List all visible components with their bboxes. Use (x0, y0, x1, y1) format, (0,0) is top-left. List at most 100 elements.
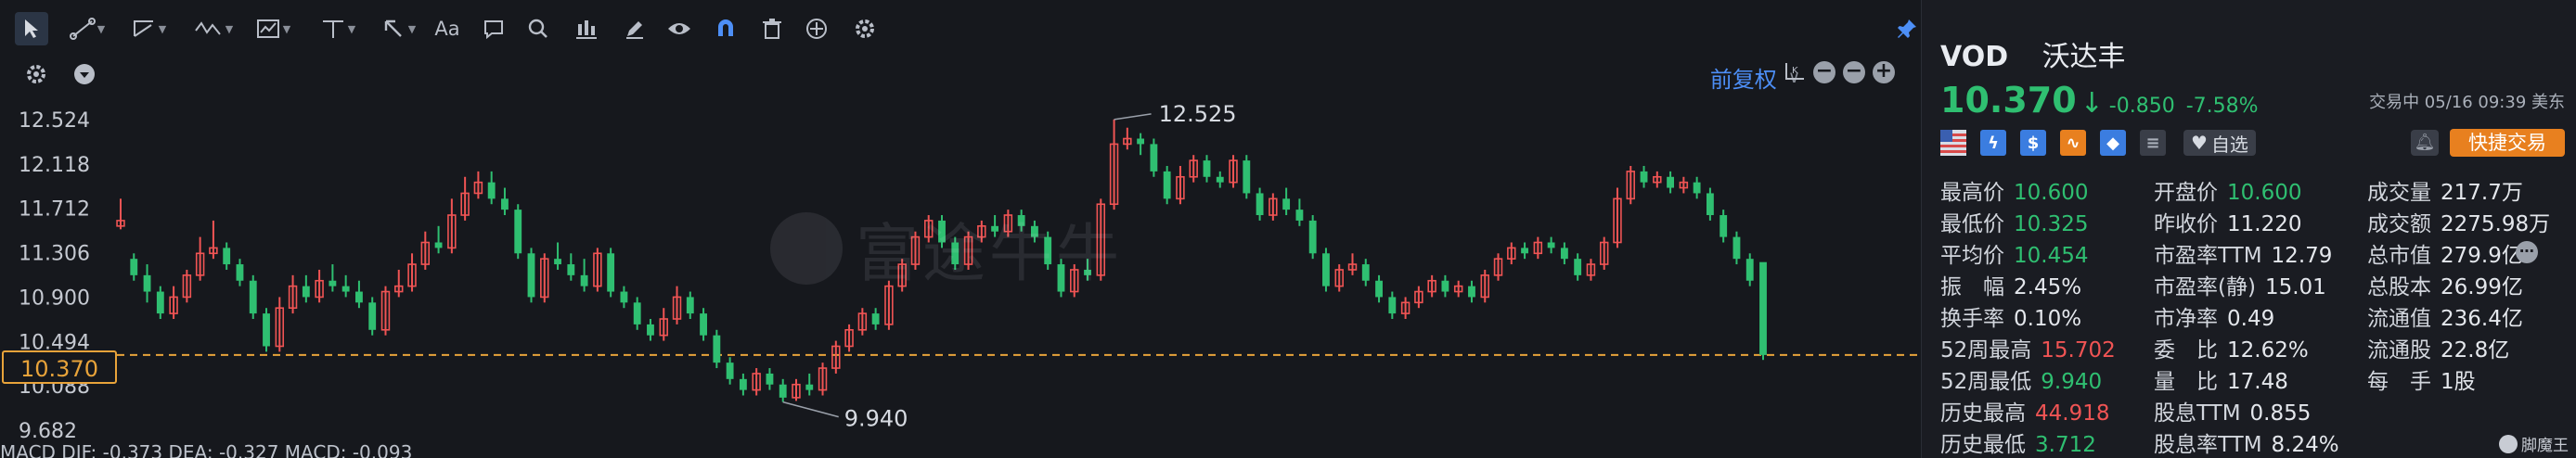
stat-item: 振 幅 2.45% (1940, 269, 2081, 300)
candle-body (739, 378, 747, 390)
line-tool[interactable]: ▼ (61, 12, 113, 45)
candle-body (223, 248, 231, 265)
candle-body (1203, 160, 1211, 177)
measure-tool[interactable]: ▼ (247, 12, 299, 45)
stat-label: 振 幅 (1940, 275, 2004, 299)
arrow-icon (384, 19, 402, 37)
zoom-in-button[interactable]: + (1873, 61, 1895, 83)
alert-bell-button[interactable]: 🔔︎ (2411, 130, 2439, 156)
document-icon[interactable]: ≡ (2140, 130, 2166, 156)
zoom-search-tool[interactable] (522, 12, 555, 45)
stat-label: 总股本 (2367, 275, 2431, 299)
candle-body (1150, 144, 1158, 172)
stat-value: 0.49 (2227, 307, 2275, 331)
stat-item: 52周最高 15.702 (1940, 332, 2116, 363)
flash-icon[interactable]: ϟ (1980, 130, 2006, 156)
stat-item: 历史最低 3.712 (1940, 426, 2096, 458)
last-price: 10.370 (1940, 80, 2077, 121)
stat-value: 2275.98万 (2441, 212, 2551, 236)
axis-scale-icon: K (1785, 63, 1804, 80)
stat-item: 股息TTM 0.855 (2154, 395, 2311, 426)
candle-body (766, 373, 774, 385)
sync-tool[interactable] (800, 12, 833, 45)
more-options-icon[interactable]: ⋯ (2516, 241, 2538, 263)
trend-line-icon (69, 18, 96, 40)
brush-tool[interactable] (618, 12, 651, 45)
stat-value: 10.600 (2227, 181, 2302, 205)
chart-settings-button[interactable] (22, 57, 50, 91)
stat-label: 流通值 (2367, 307, 2431, 331)
magnet-tool[interactable] (709, 12, 742, 45)
collapse-button[interactable] (71, 57, 98, 91)
stat-item: 总市值 279.9亿 (2367, 237, 2523, 269)
cursor-tool[interactable] (15, 12, 48, 45)
text-tool[interactable]: Aa (431, 12, 464, 45)
app-root: 12.524 12.118 11.712 11.306 10.900 10.494 10.0… (0, 0, 2576, 458)
candle-body (554, 259, 561, 265)
arrow-tool[interactable]: ▼ (373, 12, 425, 45)
candle-body (607, 253, 615, 292)
zoom-out-button[interactable]: − (1813, 61, 1835, 83)
ruler-chart-icon (256, 19, 279, 38)
stat-value: 279.9亿 (2441, 244, 2523, 268)
quote-panel: VOD 沃达丰 10.370 ↓ -0.850 -7.58% 交易中 05/16… (1922, 0, 2576, 458)
stat-value: 8.24% (2271, 433, 2339, 457)
magnet-icon (718, 19, 733, 36)
stat-item: 流通值 236.4亿 (2367, 300, 2523, 332)
candle-body (567, 264, 575, 275)
candle-body (620, 291, 628, 303)
horizontal-line-icon (322, 20, 343, 38)
horizontal-line-tool[interactable]: ▼ (312, 12, 364, 45)
candle-body (1667, 176, 1675, 188)
stat-value: 3.712 (2035, 433, 2096, 457)
candle-body (302, 286, 310, 298)
watchlist-button[interactable]: ♥ 自选 (2183, 130, 2256, 156)
note-tool[interactable] (477, 12, 510, 45)
stat-value: 44.918 (2035, 401, 2110, 426)
wave-tool[interactable]: ▼ (186, 12, 241, 45)
dropdown-caret-icon: ▼ (97, 22, 106, 35)
candle-body (1706, 193, 1714, 216)
axis-scale-button[interactable]: K (1782, 57, 1808, 85)
low-marker-line (782, 401, 839, 418)
zoom-out-alt-button[interactable]: − (1843, 61, 1865, 83)
stat-item: 成交额 2275.98万 (2367, 206, 2550, 237)
y-axis-tick-label: 9.682 (19, 420, 77, 443)
channel-tool[interactable]: ▼ (122, 12, 174, 45)
stat-label: 委 比 (2154, 338, 2218, 363)
stat-item: 股息率TTM 8.24% (2154, 426, 2339, 458)
dollar-icon[interactable]: $ (2020, 130, 2046, 156)
candle-body (686, 297, 694, 314)
candle-body (1295, 210, 1304, 221)
watchlist-label: 自选 (2210, 133, 2248, 156)
indicator-legend: MACD DIF: -0.373 DEA: -0.327 MACD: -0.09… (0, 441, 413, 458)
chart-type-tool[interactable] (570, 12, 603, 45)
stat-label: 52周最高 (1940, 338, 2032, 363)
stat-value: 10.600 (2014, 181, 2089, 205)
stat-label: 最高价 (1940, 181, 2004, 205)
delete-tool[interactable] (755, 12, 789, 45)
gear-icon (27, 65, 45, 83)
stat-label: 市净率 (2154, 307, 2218, 331)
chart-subbar (0, 57, 1921, 89)
stat-value: 1股 (2441, 370, 2476, 394)
high-price-label: 12.525 (1159, 101, 1237, 127)
stat-item: 52周最低 9.940 (1940, 363, 2102, 395)
visibility-tool[interactable] (663, 12, 696, 45)
candle-body (1441, 280, 1449, 292)
margin-icon[interactable]: ∿ (2060, 130, 2086, 156)
candle-body (726, 363, 734, 379)
quick-trade-button[interactable]: 快捷交易 (2450, 129, 2565, 157)
stat-value: 12.79 (2271, 244, 2333, 268)
tag-icon[interactable]: ◆ (2100, 130, 2126, 156)
candle-body (1308, 220, 1317, 254)
y-axis-tick-label: 10.900 (19, 286, 90, 310)
stat-label: 股息TTM (2154, 401, 2241, 426)
pin-tool[interactable] (1893, 12, 1921, 45)
candle-body (236, 264, 244, 281)
drawing-toolbar: ▼ ▼ ▼ ▼ ▼ ▼ Aa (0, 0, 1921, 57)
candle-body (700, 313, 707, 336)
stat-item: 最高价 10.600 (1940, 174, 2088, 206)
dropdown-caret-icon: ▼ (282, 22, 291, 35)
draw-settings-tool[interactable] (848, 12, 882, 45)
